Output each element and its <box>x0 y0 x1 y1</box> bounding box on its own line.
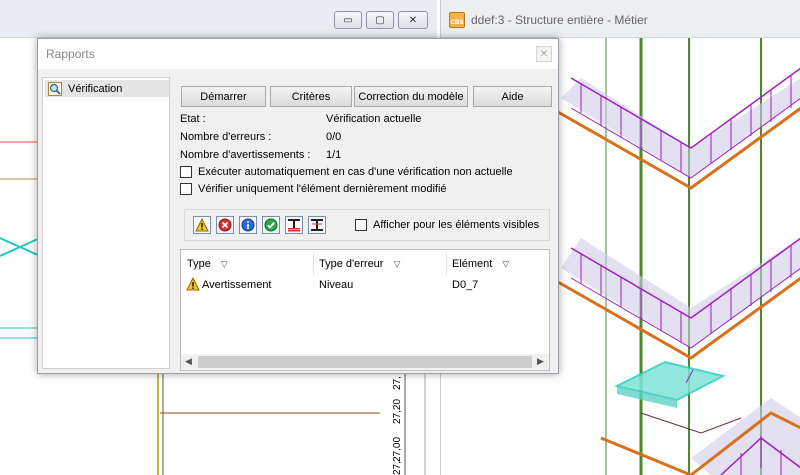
info-filter-button[interactable] <box>239 216 257 234</box>
ruler-label: 27, <box>392 461 403 475</box>
scroll-right-icon[interactable]: ▶ <box>537 356 544 367</box>
dialog-title: Rapports <box>46 47 95 61</box>
element-select-button[interactable] <box>308 216 326 234</box>
ruler-label: 27,20 <box>392 399 403 424</box>
column-header-type[interactable]: Type ▽ <box>187 258 228 270</box>
visible-elements-label: Afficher pour les éléments visibles <box>373 219 540 231</box>
right-window-title: ddef:3 - Structure entière - Métier <box>471 13 648 27</box>
rapports-dialog: Rapports ✕ Vérification Démarrer Critère… <box>37 38 559 374</box>
row-error-type: Niveau <box>319 279 354 291</box>
ruler-label: 27, <box>392 376 403 390</box>
tree-item-verification[interactable]: Vérification <box>45 80 169 97</box>
visible-elements-option[interactable]: Afficher pour les éléments visibles <box>355 219 539 231</box>
filter-icon[interactable]: ▽ <box>221 259 228 269</box>
warnings-value: 1/1 <box>326 149 342 161</box>
close-icon: ✕ <box>539 48 549 60</box>
close-window-button[interactable]: ✕ <box>398 11 428 29</box>
filter-icon[interactable]: ▽ <box>502 259 509 269</box>
visible-elements-checkbox[interactable] <box>355 219 367 231</box>
filter-toolbar: Afficher pour les éléments visibles <box>184 209 550 241</box>
errors-value: 0/0 <box>326 131 342 143</box>
check-icon <box>264 218 278 232</box>
scroll-left-icon[interactable]: ◀ <box>185 356 192 367</box>
last-element-label: Vérifier uniquement l'élément dernièreme… <box>198 183 447 195</box>
warning-filter-button[interactable] <box>193 216 211 234</box>
column-separator[interactable] <box>446 253 447 275</box>
tree-item-label: Vérification <box>68 82 123 95</box>
close-icon: ✕ <box>408 14 418 26</box>
warnings-label: Nombre d'avertissements : <box>180 149 311 161</box>
warning-icon <box>186 277 200 291</box>
row-type: Avertissement <box>202 279 272 291</box>
dialog-close-button[interactable]: ✕ <box>536 46 552 62</box>
left-window-titlebar: ▭ ▢ ✕ <box>0 0 437 38</box>
column-header-error-type[interactable]: Type d'erreur ▽ <box>319 258 400 270</box>
state-label: Etat : <box>180 113 206 125</box>
error-icon <box>218 218 232 232</box>
filter-icon[interactable]: ▽ <box>393 259 400 269</box>
auto-run-checkbox[interactable] <box>180 166 192 178</box>
ok-filter-button[interactable] <box>262 216 280 234</box>
minimize-button[interactable]: ▭ <box>334 11 362 29</box>
warning-icon <box>195 218 209 232</box>
horizontal-scrollbar[interactable]: ◀ ▶ <box>181 354 549 370</box>
element-filter-button[interactable] <box>285 216 303 234</box>
criteria-button[interactable]: Critères <box>270 86 352 107</box>
scrollbar-thumb[interactable] <box>198 356 532 368</box>
minimize-icon: ▭ <box>343 14 353 26</box>
model-correction-button[interactable]: Correction du modèle <box>354 86 468 107</box>
state-value: Vérification actuelle <box>326 113 422 125</box>
last-element-option[interactable]: Vérifier uniquement l'élément dernièreme… <box>180 183 447 195</box>
ruler-label: 27,00 <box>392 437 403 462</box>
row-element: D0_7 <box>452 279 479 291</box>
column-header-element[interactable]: Elément ▽ <box>452 258 509 270</box>
help-button[interactable]: Aide <box>473 86 552 107</box>
maximize-button[interactable]: ▢ <box>366 11 394 29</box>
beam-select-icon <box>311 219 323 231</box>
cbs-app-icon: CBS <box>449 12 465 28</box>
maximize-icon: ▢ <box>375 14 385 26</box>
dialog-titlebar[interactable]: Rapports ✕ <box>38 39 558 69</box>
auto-run-option[interactable]: Exécuter automatiquement en cas d'une vé… <box>180 166 513 178</box>
beam-section-icon <box>288 219 300 232</box>
verification-results-list: Type ▽ Type d'erreur ▽ Elément ▽ Avertissem… <box>180 249 550 371</box>
info-icon <box>241 218 255 232</box>
magnifier-icon <box>48 81 62 96</box>
report-tree-panel: Vérification <box>42 77 170 369</box>
start-button[interactable]: Démarrer <box>181 86 266 107</box>
column-separator[interactable] <box>313 253 314 275</box>
errors-label: Nombre d'erreurs : <box>180 131 272 143</box>
right-window-titlebar: CBS ddef:3 - Structure entière - Métier <box>441 0 800 38</box>
error-filter-button[interactable] <box>216 216 234 234</box>
last-element-checkbox[interactable] <box>180 183 192 195</box>
auto-run-label: Exécuter automatiquement en cas d'une vé… <box>198 166 513 178</box>
